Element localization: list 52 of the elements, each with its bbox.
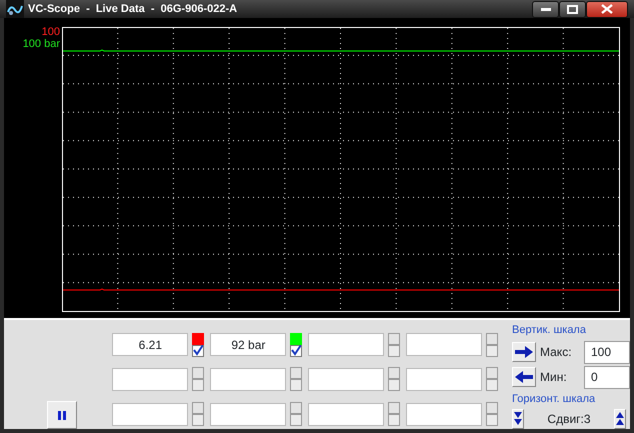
color-swatch[interactable] (290, 367, 302, 380)
app-icon (6, 0, 24, 18)
decrease-button[interactable] (512, 367, 536, 387)
min-label: Мин: (540, 369, 568, 386)
checkbox[interactable] (486, 344, 498, 357)
close-button[interactable] (586, 0, 628, 18)
checkbox[interactable] (486, 414, 498, 426)
checkbox[interactable] (192, 414, 204, 426)
color-swatch[interactable] (192, 402, 204, 414)
color-swatch[interactable] (486, 402, 498, 414)
color-swatch[interactable] (388, 332, 400, 345)
minimize-icon (540, 7, 550, 11)
channel-color-swatch[interactable] (192, 332, 204, 345)
color-swatch[interactable] (192, 367, 204, 380)
color-swatch[interactable] (290, 402, 302, 414)
vertical-scale-heading: Вертик. шкала (512, 323, 587, 338)
min-field[interactable]: 0 (584, 366, 630, 388)
value-field: 6.21 (112, 333, 188, 356)
right-arrow-icon (515, 346, 533, 358)
scale-label: 100 (40, 26, 60, 38)
color-swatch[interactable] (486, 332, 498, 345)
close-icon (601, 4, 613, 14)
pause-icon (58, 410, 66, 420)
color-swatch[interactable] (388, 402, 400, 414)
checkbox[interactable] (388, 344, 400, 357)
checkbox[interactable] (290, 414, 302, 426)
checkbox[interactable] (486, 379, 498, 392)
color-swatch[interactable] (486, 367, 498, 380)
up-arrow-icon (616, 412, 624, 426)
pause-button[interactable] (47, 401, 78, 429)
down-arrow-icon (514, 412, 522, 426)
maximize-icon (567, 4, 578, 14)
max-field[interactable]: 100 (584, 340, 630, 364)
value-field: 92 bar (210, 333, 286, 356)
window-title: VC-Scope - Live Data - 06G-906-022-A (28, 2, 238, 17)
scroll-down-button[interactable] (512, 409, 524, 429)
shift-label: Сдвиг:3 (546, 411, 592, 428)
increase-button[interactable] (512, 342, 536, 362)
checkbox[interactable] (290, 344, 302, 357)
left-arrow-icon (515, 371, 533, 383)
color-swatch[interactable] (388, 367, 400, 380)
checkbox[interactable] (290, 379, 302, 392)
horizontal-scale-heading: Горизонт. шкала (512, 392, 596, 406)
checkbox[interactable] (388, 414, 400, 426)
checkbox[interactable] (192, 344, 204, 357)
minimize-button[interactable] (532, 0, 559, 18)
scroll-up-button[interactable] (614, 409, 626, 429)
scale-label: 100 bar (22, 38, 60, 50)
max-label: Макс: (540, 344, 573, 361)
maximize-button[interactable] (559, 0, 586, 18)
checkbox[interactable] (192, 379, 204, 392)
checkbox[interactable] (388, 379, 400, 392)
